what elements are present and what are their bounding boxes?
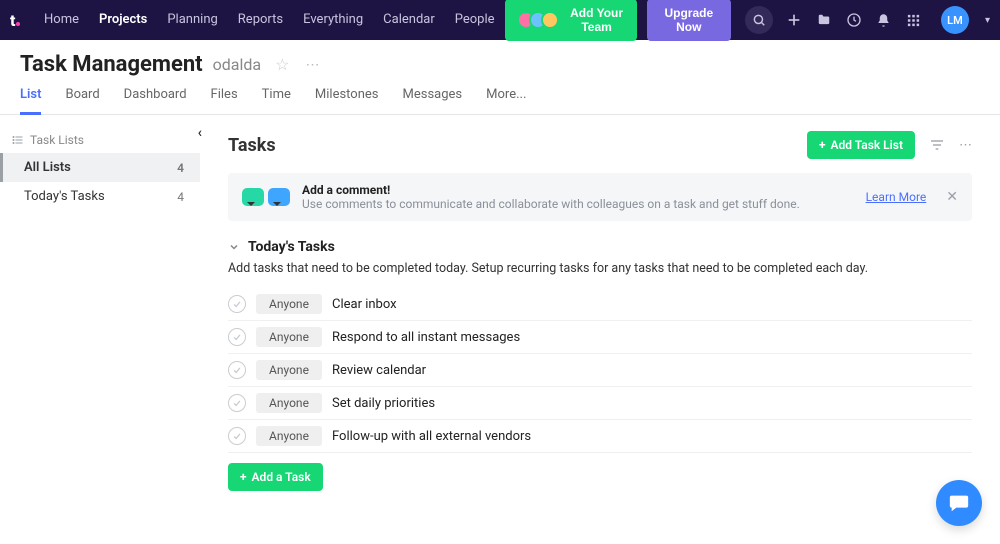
task-checkbox[interactable] [228, 295, 246, 313]
tab-board[interactable]: Board [65, 87, 99, 114]
nav-link-planning[interactable]: Planning [157, 0, 227, 40]
main-title: Tasks [228, 135, 276, 156]
sidebar: ‹ Task Lists All Lists4Today's Tasks4 [0, 115, 200, 511]
tab-files[interactable]: Files [211, 87, 238, 114]
task-assignee[interactable]: Anyone [256, 360, 322, 380]
tab-messages[interactable]: Messages [403, 87, 463, 114]
banner-bubbles-icon [242, 188, 290, 206]
tab-more[interactable]: More... [486, 87, 526, 114]
add-task-button[interactable]: + Add a Task [228, 463, 323, 491]
activity-icon[interactable] [845, 11, 863, 29]
user-avatar[interactable]: LM [941, 6, 969, 34]
nav-link-projects[interactable]: Projects [89, 0, 157, 40]
sidebar-item[interactable]: All Lists 4 [0, 153, 200, 182]
task-checkbox[interactable] [228, 361, 246, 379]
apps-icon[interactable] [905, 11, 923, 29]
project-name: odalda [213, 55, 261, 74]
folder-icon[interactable] [815, 11, 833, 29]
tab-list[interactable]: List [20, 87, 41, 115]
search-icon[interactable] [745, 6, 773, 34]
add-task-label: Add a Task [252, 470, 311, 484]
tab-dashboard[interactable]: Dashboard [124, 87, 187, 114]
banner-subtitle: Use comments to communicate and collabor… [302, 197, 854, 211]
task-title: Clear inbox [332, 297, 397, 312]
task-assignee[interactable]: Anyone [256, 294, 322, 314]
nav-link-reports[interactable]: Reports [228, 0, 293, 40]
add-team-label: Add Your Team [569, 6, 625, 34]
top-nav: t HomeProjectsPlanningReportsEverythingC… [0, 0, 1000, 40]
chevron-down-icon[interactable]: ▾ [985, 15, 990, 26]
bell-icon[interactable] [875, 11, 893, 29]
app-logo[interactable]: t [10, 11, 24, 29]
upgrade-label: Upgrade Now [659, 6, 719, 34]
plus-icon[interactable] [785, 11, 803, 29]
add-task-list-label: Add Task List [831, 138, 904, 152]
sidebar-header-label: Task Lists [30, 133, 84, 147]
user-initials: LM [947, 14, 963, 27]
sidebar-item-count: 4 [177, 161, 184, 175]
tab-time[interactable]: Time [262, 87, 291, 114]
chat-fab[interactable] [936, 480, 982, 526]
task-checkbox[interactable] [228, 394, 246, 412]
task-row[interactable]: Anyone Review calendar [228, 354, 972, 387]
upgrade-button[interactable]: Upgrade Now [647, 0, 731, 41]
task-title: Respond to all instant messages [332, 330, 520, 345]
task-assignee[interactable]: Anyone [256, 426, 322, 446]
more-icon[interactable]: ⋯ [305, 57, 319, 73]
task-row[interactable]: Anyone Set daily priorities [228, 387, 972, 420]
sidebar-header: Task Lists [0, 125, 200, 153]
close-icon[interactable]: ✕ [946, 189, 958, 205]
nav-links: HomeProjectsPlanningReportsEverythingCal… [34, 0, 505, 40]
sidebar-item[interactable]: Today's Tasks 4 [0, 182, 200, 211]
main-panel: Tasks + Add Task List ⋯ Add a comment! U… [200, 115, 1000, 511]
task-checkbox[interactable] [228, 427, 246, 445]
nav-link-calendar[interactable]: Calendar [373, 0, 445, 40]
top-icons: LM ▾ [745, 6, 990, 34]
banner-title: Add a comment! [302, 183, 854, 197]
task-assignee[interactable]: Anyone [256, 393, 322, 413]
task-assignee[interactable]: Anyone [256, 327, 322, 347]
task-title: Follow-up with all external vendors [332, 429, 531, 444]
task-checkbox[interactable] [228, 328, 246, 346]
learn-more-link[interactable]: Learn More [866, 190, 927, 204]
chevron-down-icon[interactable] [228, 241, 240, 253]
task-group-desc: Add tasks that need to be completed toda… [228, 261, 972, 276]
nav-link-everything[interactable]: Everything [293, 0, 373, 40]
task-group-header[interactable]: Today's Tasks [228, 239, 972, 255]
sidebar-item-label: All Lists [24, 160, 71, 175]
task-row[interactable]: Anyone Clear inbox [228, 288, 972, 321]
team-avatars [517, 11, 559, 29]
nav-link-people[interactable]: People [445, 0, 505, 40]
task-group-name: Today's Tasks [248, 239, 335, 255]
add-team-button[interactable]: Add Your Team [505, 0, 637, 41]
sidebar-item-count: 4 [177, 190, 184, 204]
options-icon[interactable]: ⋯ [959, 138, 972, 153]
task-title: Set daily priorities [332, 396, 435, 411]
add-task-list-button[interactable]: + Add Task List [807, 131, 915, 159]
task-title: Review calendar [332, 363, 426, 378]
filter-icon[interactable] [929, 137, 945, 153]
task-row[interactable]: Anyone Follow-up with all external vendor… [228, 420, 972, 453]
page-title: Task Management [20, 52, 203, 77]
nav-link-home[interactable]: Home [34, 0, 89, 40]
star-icon[interactable]: ☆ [275, 55, 289, 74]
page-header: Task Management odalda ☆ ⋯ [0, 40, 1000, 77]
comment-banner: Add a comment! Use comments to communica… [228, 173, 972, 221]
sidebar-item-label: Today's Tasks [24, 189, 105, 204]
task-row[interactable]: Anyone Respond to all instant messages [228, 321, 972, 354]
view-tabs: List Board Dashboard Files Time Milestones Mes… [0, 77, 1000, 115]
tab-milestones[interactable]: Milestones [315, 87, 379, 114]
